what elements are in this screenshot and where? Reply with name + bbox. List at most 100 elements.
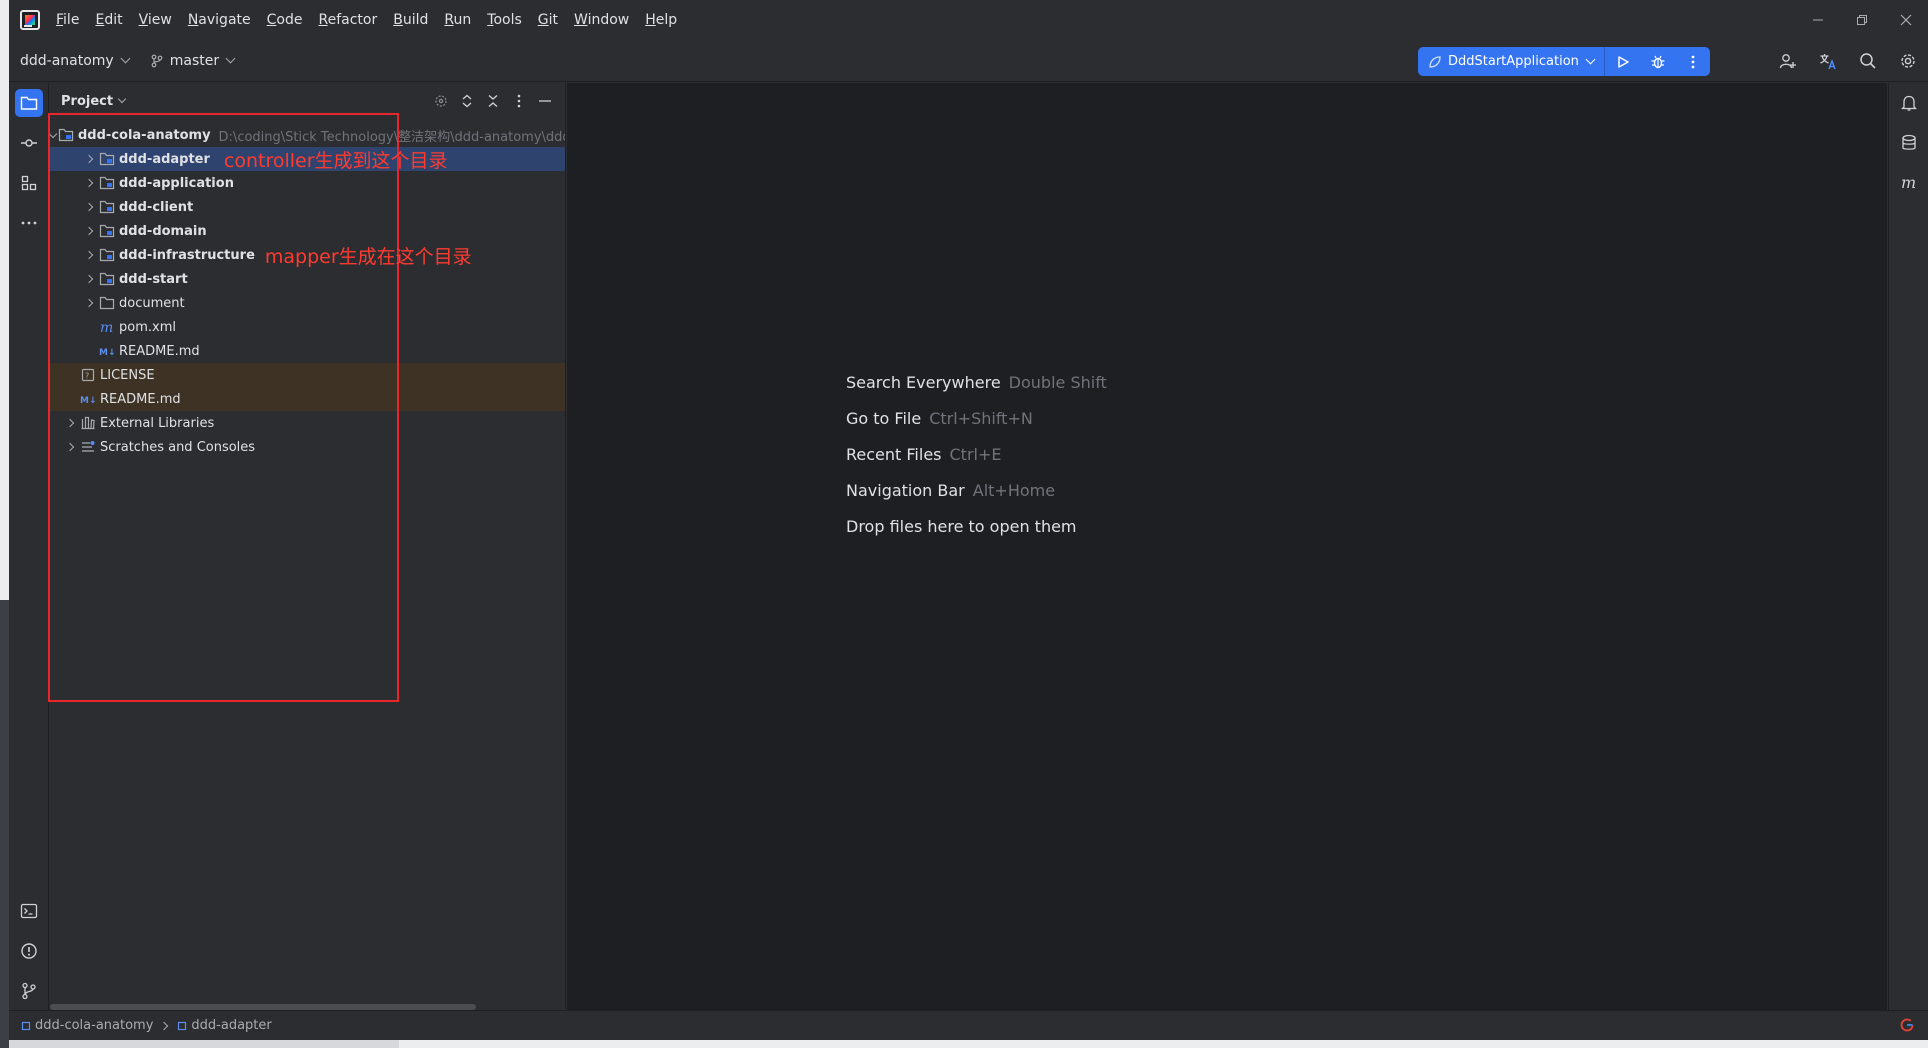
minimize-button[interactable] — [1796, 0, 1840, 40]
more-tools-button[interactable] — [15, 209, 43, 237]
close-window-button[interactable] — [1884, 0, 1928, 40]
panel-options-button[interactable] — [506, 83, 532, 119]
svg-text:m: m — [100, 320, 113, 334]
add-user-icon — [1779, 54, 1796, 69]
tree-module-row[interactable]: ddd-client — [50, 195, 565, 219]
notifications-tool-button[interactable] — [1895, 89, 1923, 117]
tree-file-row[interactable]: ? LICENSE — [50, 363, 565, 387]
menu-file[interactable]: File — [56, 12, 79, 28]
project-panel-header: Project — [50, 83, 565, 119]
settings-button[interactable] — [1888, 40, 1928, 82]
database-icon — [1902, 134, 1916, 150]
file-name: README.md — [119, 343, 200, 359]
problems-tool-button[interactable] — [15, 937, 43, 965]
editor-area[interactable]: Search Everywhere Double Shift Go to File… — [567, 83, 1887, 1010]
tree-file-row[interactable]: M↓ README.md — [50, 387, 565, 411]
collapsed-arrow-icon — [81, 202, 97, 212]
module-folder-icon — [99, 175, 115, 191]
more-vertical-icon — [1691, 55, 1694, 68]
collapse-icon — [488, 95, 498, 107]
tree-file-row[interactable]: m pom.xml — [50, 315, 565, 339]
run-button[interactable] — [1605, 47, 1640, 76]
expand-all-button[interactable] — [454, 83, 480, 119]
project-panel-tools — [428, 83, 558, 119]
expanded-arrow-icon — [50, 129, 58, 138]
menu-view[interactable]: View — [139, 12, 172, 28]
collapsed-arrow-icon — [81, 154, 97, 164]
menu-tools[interactable]: Tools — [487, 12, 522, 28]
debug-button[interactable] — [1640, 47, 1675, 76]
toolbar-right-actions — [1768, 40, 1928, 82]
menu-navigate[interactable]: Navigate — [188, 12, 251, 28]
module-name: ddd-start — [119, 271, 188, 287]
tree-scratches-row[interactable]: Scratches and Consoles — [50, 435, 565, 459]
menu-help[interactable]: Help — [645, 12, 677, 28]
chevron-down-icon — [225, 53, 236, 64]
menu-code[interactable]: Code — [267, 12, 303, 28]
tree-module-row[interactable]: ddd-infrastructure mapper生成在这个目录 — [50, 243, 565, 268]
run-config-label: DddStartApplication — [1448, 54, 1579, 69]
folder-name: document — [119, 295, 185, 311]
project-switcher[interactable]: ddd-anatomy — [20, 52, 131, 69]
tree-root-row[interactable]: ddd-cola-anatomy D:\coding\Stick Technol… — [50, 123, 566, 147]
run-config-selector[interactable]: DddStartApplication — [1418, 47, 1606, 76]
menu-refactor[interactable]: Refactor — [318, 12, 377, 28]
structure-tool-button[interactable] — [15, 169, 43, 197]
vcs-branch-widget[interactable]: master — [150, 53, 236, 69]
project-tool-button[interactable] — [15, 89, 43, 117]
minimize-icon — [539, 100, 551, 102]
tree-folder-row[interactable]: document — [50, 291, 565, 315]
hint-navigation-bar: Navigation Bar Alt+Home — [846, 481, 1056, 500]
external-libraries-label: External Libraries — [100, 415, 215, 431]
chevron-down-icon — [1585, 54, 1596, 65]
run-icon — [1618, 55, 1629, 68]
gear-icon — [1901, 54, 1915, 68]
git-tool-button[interactable] — [15, 977, 43, 1005]
title-bar: File Edit View Navigate Code Refactor Build Run… — [9, 0, 1928, 40]
hint-recent-files: Recent Files Ctrl+E — [846, 445, 1002, 464]
google-widget[interactable] — [1900, 1018, 1914, 1036]
search-everywhere-button[interactable] — [1848, 40, 1888, 82]
tree-file-row[interactable]: M↓ README.md — [50, 339, 565, 363]
folder-icon — [20, 96, 38, 110]
annotation-callout: mapper生成在这个目录 — [264, 245, 472, 268]
project-view-selector[interactable]: Project — [61, 94, 127, 109]
intellij-logo-icon[interactable] — [20, 10, 40, 30]
menu-git[interactable]: Git — [538, 12, 558, 28]
tree-external-libraries-row[interactable]: External Libraries — [50, 411, 565, 435]
collapse-all-button[interactable] — [480, 83, 506, 119]
git-branch-icon — [151, 54, 163, 67]
menu-edit[interactable]: Edit — [95, 12, 122, 28]
svg-text:M↓: M↓ — [99, 348, 115, 358]
tree-module-row[interactable]: ddd-application — [50, 171, 565, 195]
close-icon — [1900, 14, 1912, 26]
tree-module-row[interactable]: ddd-adapter controller生成到这个目录 — [50, 147, 565, 172]
breadcrumb-item[interactable]: ddd-adapter — [177, 1018, 272, 1033]
tree-module-row[interactable]: ddd-start — [50, 267, 565, 291]
restore-button[interactable] — [1840, 0, 1884, 40]
commit-tool-button[interactable] — [15, 129, 43, 157]
select-opened-file-button[interactable] — [428, 83, 454, 119]
problems-icon — [21, 943, 37, 959]
hide-panel-button[interactable] — [532, 83, 558, 119]
code-with-me-button[interactable] — [1768, 40, 1808, 82]
tree-root-path: D:\coding\Stick Technology\整洁架构\ddd-anat… — [218, 129, 566, 145]
menu-run[interactable]: Run — [444, 12, 471, 28]
project-switcher-label: ddd-anatomy — [20, 52, 114, 69]
translate-button[interactable] — [1808, 40, 1848, 82]
menu-window[interactable]: Window — [574, 12, 629, 28]
terminal-tool-button[interactable] — [15, 897, 43, 925]
module-name: ddd-application — [119, 175, 234, 191]
scratches-label: Scratches and Consoles — [100, 439, 256, 455]
menu-build[interactable]: Build — [393, 12, 428, 28]
database-tool-button[interactable] — [1895, 129, 1923, 157]
module-icon — [21, 1021, 31, 1030]
breadcrumb-item[interactable]: ddd-cola-anatomy — [21, 1018, 153, 1033]
tree-module-row[interactable]: ddd-domain — [50, 219, 565, 243]
module-folder-icon — [99, 223, 115, 239]
run-more-button[interactable] — [1675, 47, 1710, 76]
library-icon — [80, 415, 96, 431]
chevron-down-icon — [120, 53, 131, 64]
maven-tool-button[interactable]: m — [1895, 169, 1923, 197]
module-folder-icon — [99, 199, 115, 215]
